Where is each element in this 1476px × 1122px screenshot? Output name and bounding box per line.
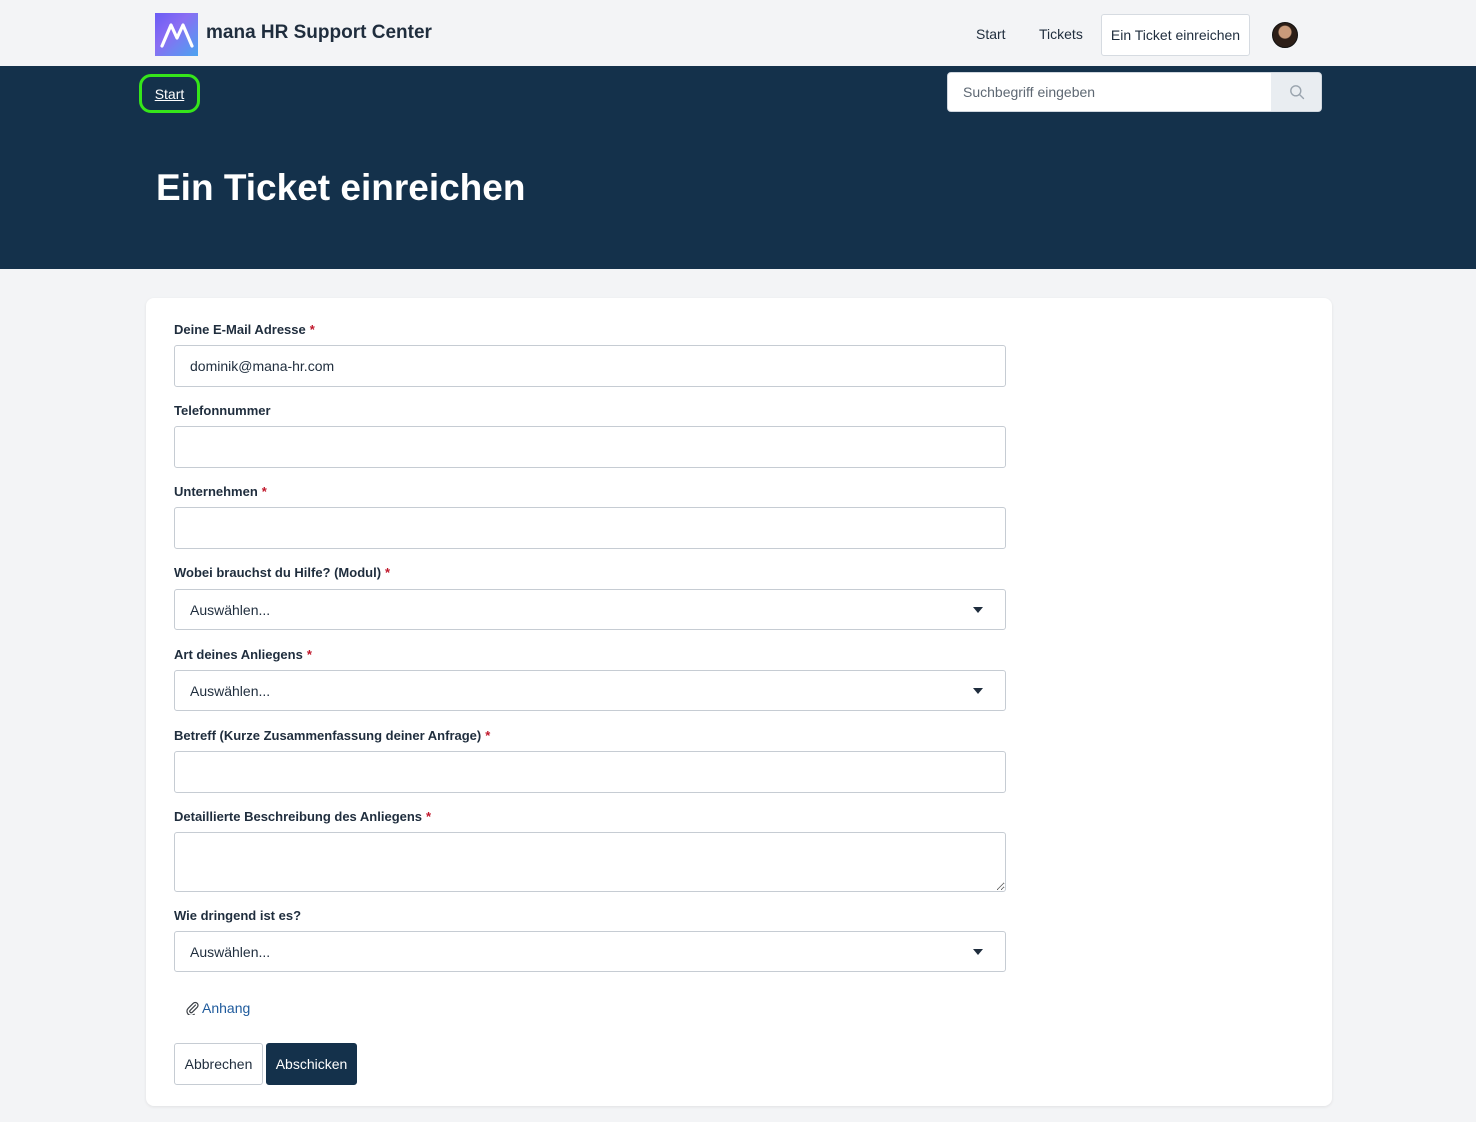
description-label-text: Detaillierte Beschreibung des Anliegens bbox=[174, 809, 423, 824]
urgency-select[interactable]: Auswählen... bbox=[174, 931, 1006, 972]
nav-start-link[interactable]: Start bbox=[976, 26, 1006, 42]
logo-m-glyph bbox=[159, 22, 194, 48]
module-select-value: Auswählen... bbox=[190, 601, 271, 618]
required-marker: * bbox=[426, 809, 432, 824]
hero-banner: Start Ein Ticket einreichen bbox=[0, 66, 1476, 269]
page-title: Ein Ticket einreichen bbox=[156, 167, 526, 208]
type-select-value: Auswählen... bbox=[190, 682, 271, 699]
chevron-down-icon bbox=[973, 607, 983, 613]
breadcrumb: Start bbox=[139, 74, 200, 113]
phone-field[interactable] bbox=[174, 426, 1006, 468]
cancel-button[interactable]: Abbrechen bbox=[174, 1043, 263, 1085]
phone-label: Telefonnummer bbox=[174, 403, 271, 418]
submit-button[interactable]: Abschicken bbox=[266, 1043, 357, 1085]
module-select[interactable]: Auswählen... bbox=[174, 589, 1006, 630]
description-label: Detaillierte Beschreibung des Anliegens * bbox=[174, 809, 431, 824]
required-marker: * bbox=[485, 728, 491, 743]
attachment-label[interactable]: Anhang bbox=[202, 1000, 250, 1016]
breadcrumb-start-link[interactable]: Start bbox=[155, 86, 185, 102]
required-marker: * bbox=[385, 565, 391, 580]
search-icon bbox=[1289, 85, 1304, 100]
email-label-text: Deine E-Mail Adresse bbox=[174, 322, 306, 337]
search-bar bbox=[947, 72, 1322, 112]
phone-label-text: Telefonnummer bbox=[174, 403, 271, 418]
description-textarea[interactable] bbox=[174, 832, 1006, 892]
search-input[interactable] bbox=[948, 73, 1271, 111]
company-label-text: Unternehmen bbox=[174, 484, 258, 499]
required-marker: * bbox=[309, 322, 315, 337]
urgency-label: Wie dringend ist es? bbox=[174, 908, 301, 923]
chevron-down-icon bbox=[973, 949, 983, 955]
type-label: Art deines Anliegens * bbox=[174, 647, 312, 662]
search-button[interactable] bbox=[1271, 73, 1321, 111]
type-select[interactable]: Auswählen... bbox=[174, 670, 1006, 711]
urgency-select-value: Auswählen... bbox=[190, 943, 271, 960]
module-label-text: Wobei brauchst du Hilfe? (Modul) bbox=[174, 565, 382, 580]
email-label: Deine E-Mail Adresse * bbox=[174, 322, 315, 337]
required-marker: * bbox=[306, 647, 312, 662]
subject-label-text: Betreff (Kurze Zusammenfassung deiner An… bbox=[174, 728, 482, 743]
subject-field[interactable] bbox=[174, 751, 1006, 793]
nav-tickets-link[interactable]: Tickets bbox=[1039, 26, 1083, 42]
chevron-down-icon bbox=[973, 688, 983, 694]
module-label: Wobei brauchst du Hilfe? (Modul) * bbox=[174, 565, 390, 580]
nav-submit-ticket-button[interactable]: Ein Ticket einreichen bbox=[1101, 14, 1250, 56]
type-label-text: Art deines Anliegens bbox=[174, 647, 303, 662]
paperclip-icon bbox=[186, 1001, 199, 1015]
company-field[interactable] bbox=[174, 507, 1006, 549]
ticket-form: Deine E-Mail Adresse* Telefonnummer Unte… bbox=[146, 298, 1332, 1106]
company-label: Unternehmen * bbox=[174, 484, 267, 499]
logo-icon[interactable] bbox=[155, 13, 198, 56]
subject-label: Betreff (Kurze Zusammenfassung deiner An… bbox=[174, 728, 490, 743]
brand-title[interactable]: mana HR Support Center bbox=[206, 22, 432, 44]
required-marker: * bbox=[261, 484, 267, 499]
user-avatar[interactable] bbox=[1272, 22, 1298, 48]
urgency-label-text: Wie dringend ist es? bbox=[174, 908, 302, 923]
attachment-link[interactable]: Anhang bbox=[186, 1000, 250, 1016]
email-field[interactable] bbox=[174, 345, 1006, 387]
top-navigation: mana HR Support Center Start Tickets Ein… bbox=[0, 0, 1476, 66]
